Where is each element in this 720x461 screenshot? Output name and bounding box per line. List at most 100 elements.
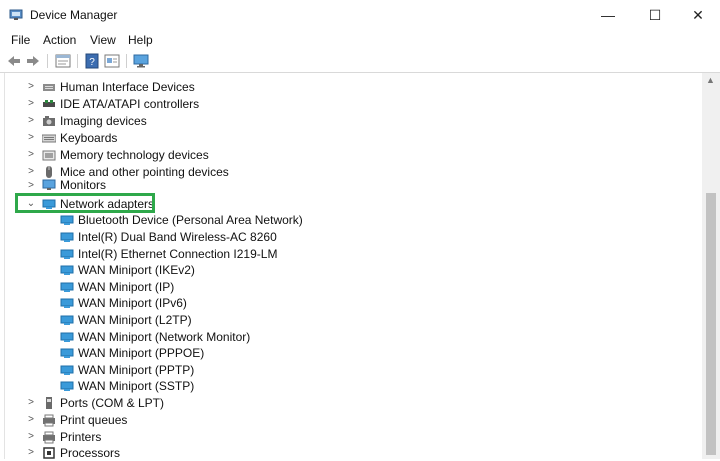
toolbar: ? (0, 50, 720, 73)
tree-item-human-interface-devices[interactable]: > Human Interface Devices (26, 78, 195, 95)
menu-bar: File Action View Help (0, 30, 720, 50)
tree-item-label: Printers (60, 429, 102, 444)
toolbar-separator (126, 54, 127, 68)
device-label: Bluetooth Device (Personal Area Network) (78, 212, 303, 227)
chevron-right-icon[interactable]: > (26, 132, 36, 143)
help-icon[interactable]: ? (84, 53, 100, 69)
tree-item-label: Monitors (60, 179, 107, 191)
network-adapter-icon (60, 348, 74, 358)
tree-item-label: Human Interface Devices (60, 79, 195, 94)
memory-icon (42, 150, 56, 160)
device-item[interactable]: Intel(R) Ethernet Connection I219-LM (60, 245, 277, 262)
tree-item-label: Keyboards (60, 130, 118, 145)
menu-help[interactable]: Help (126, 33, 155, 47)
forward-arrow-icon[interactable] (25, 53, 41, 69)
toolbar-separator (47, 54, 48, 68)
device-label: WAN Miniport (IP) (78, 279, 175, 294)
device-label: Intel(R) Dual Band Wireless-AC 8260 (78, 229, 277, 244)
network-adapter-icon (60, 232, 74, 242)
tree-item-memory-technology-devices[interactable]: > Memory technology devices (26, 146, 209, 163)
back-arrow-icon[interactable] (6, 53, 22, 69)
chevron-right-icon[interactable]: > (26, 431, 36, 442)
keyboard-icon (42, 134, 56, 142)
tree-item-ports[interactable]: > Ports (COM & LPT) (26, 394, 164, 411)
printer-icon (43, 431, 55, 443)
device-item[interactable]: WAN Miniport (PPTP) (60, 361, 194, 378)
chevron-right-icon[interactable]: > (26, 166, 36, 177)
device-item[interactable]: WAN Miniport (Network Monitor) (60, 328, 250, 345)
chevron-right-icon[interactable]: > (26, 447, 36, 458)
port-icon (46, 396, 52, 409)
window-title: Device Manager (30, 8, 118, 22)
camera-icon (43, 115, 55, 126)
device-item[interactable]: Intel(R) Dual Band Wireless-AC 8260 (60, 228, 277, 245)
update-driver-icon[interactable] (104, 53, 120, 69)
tree-item-label: Imaging devices (60, 113, 147, 128)
tree-item-label: Mice and other pointing devices (60, 164, 229, 179)
tree-item-processors[interactable]: > Processors (26, 444, 120, 461)
tree-item-mice-and-other-pointing-devices[interactable]: > Mice and other pointing devices (26, 163, 229, 180)
tree-left-border (4, 73, 5, 459)
chevron-right-icon[interactable]: > (26, 98, 36, 109)
device-label: WAN Miniport (Network Monitor) (78, 329, 251, 344)
chevron-right-icon[interactable]: > (26, 397, 36, 408)
network-adapter-icon (60, 298, 74, 308)
monitor-icon (42, 179, 56, 190)
tree-item-monitors[interactable]: > Monitors (26, 179, 106, 191)
tree-item-label: Print queues (60, 412, 128, 427)
device-item[interactable]: WAN Miniport (L2TP) (60, 311, 192, 328)
printer-icon (43, 414, 55, 426)
tree-item-ide-ata-atapi-controllers[interactable]: > IDE ATA/ATAPI controllers (26, 95, 199, 112)
device-item[interactable]: Bluetooth Device (Personal Area Network) (60, 211, 303, 228)
vertical-scrollbar[interactable]: ▲ (702, 73, 720, 459)
network-adapter-icon (60, 332, 74, 342)
device-label: WAN Miniport (SSTP) (78, 378, 195, 393)
device-label: WAN Miniport (IPv6) (78, 295, 187, 310)
device-item[interactable]: WAN Miniport (PPPOE) (60, 344, 204, 361)
device-item[interactable]: WAN Miniport (IP) (60, 278, 174, 295)
menu-view[interactable]: View (88, 33, 118, 47)
minimize-button[interactable]: — (585, 0, 631, 30)
hid-icon (43, 83, 55, 91)
scroll-up-icon[interactable]: ▲ (706, 75, 715, 85)
device-item[interactable]: WAN Miniport (SSTP) (60, 377, 194, 394)
scrollbar-thumb[interactable] (706, 193, 716, 455)
device-label: WAN Miniport (PPPOE) (78, 345, 205, 360)
chevron-right-icon[interactable]: > (26, 81, 36, 92)
tree-item-label: IDE ATA/ATAPI controllers (60, 96, 200, 111)
chevron-right-icon[interactable]: > (26, 180, 36, 191)
network-adapter-icon (60, 215, 74, 225)
tree-item-imaging-devices[interactable]: > Imaging devices (26, 112, 147, 129)
mouse-icon (46, 165, 52, 178)
title-bar: Device Manager — ☐ ✕ (0, 0, 720, 30)
properties-icon[interactable] (55, 53, 71, 69)
menu-action[interactable]: Action (41, 33, 78, 47)
tree-item-label: Processors (60, 445, 121, 460)
device-label: WAN Miniport (PPTP) (78, 362, 195, 377)
monitor-icon[interactable] (133, 53, 149, 69)
tree-item-label: Ports (COM & LPT) (60, 395, 165, 410)
chevron-right-icon[interactable]: > (26, 149, 36, 160)
network-adapter-icon (60, 282, 74, 292)
ide-icon (43, 99, 55, 107)
menu-file[interactable]: File (9, 33, 32, 47)
chevron-right-icon[interactable]: > (26, 115, 36, 126)
processor-icon (43, 446, 55, 459)
network-adapter-icon (60, 265, 74, 275)
tree-item-label: Memory technology devices (60, 147, 209, 162)
network-adapter-icon (60, 249, 74, 259)
svg-text:?: ? (89, 57, 95, 68)
tree-item-keyboards[interactable]: > Keyboards (26, 129, 117, 146)
close-button[interactable]: ✕ (675, 0, 720, 30)
tree-item-print-queues[interactable]: > Print queues (26, 411, 127, 428)
network-adapter-icon (60, 381, 74, 391)
device-label: WAN Miniport (IKEv2) (78, 262, 195, 277)
toolbar-separator (77, 54, 78, 68)
device-item[interactable]: WAN Miniport (IKEv2) (60, 261, 195, 278)
device-item[interactable]: WAN Miniport (IPv6) (60, 294, 187, 311)
tree-item-printers[interactable]: > Printers (26, 428, 101, 445)
device-label: Intel(R) Ethernet Connection I219-LM (78, 246, 278, 261)
maximize-button[interactable]: ☐ (632, 0, 678, 30)
chevron-right-icon[interactable]: > (26, 414, 36, 425)
device-manager-icon (9, 9, 23, 20)
